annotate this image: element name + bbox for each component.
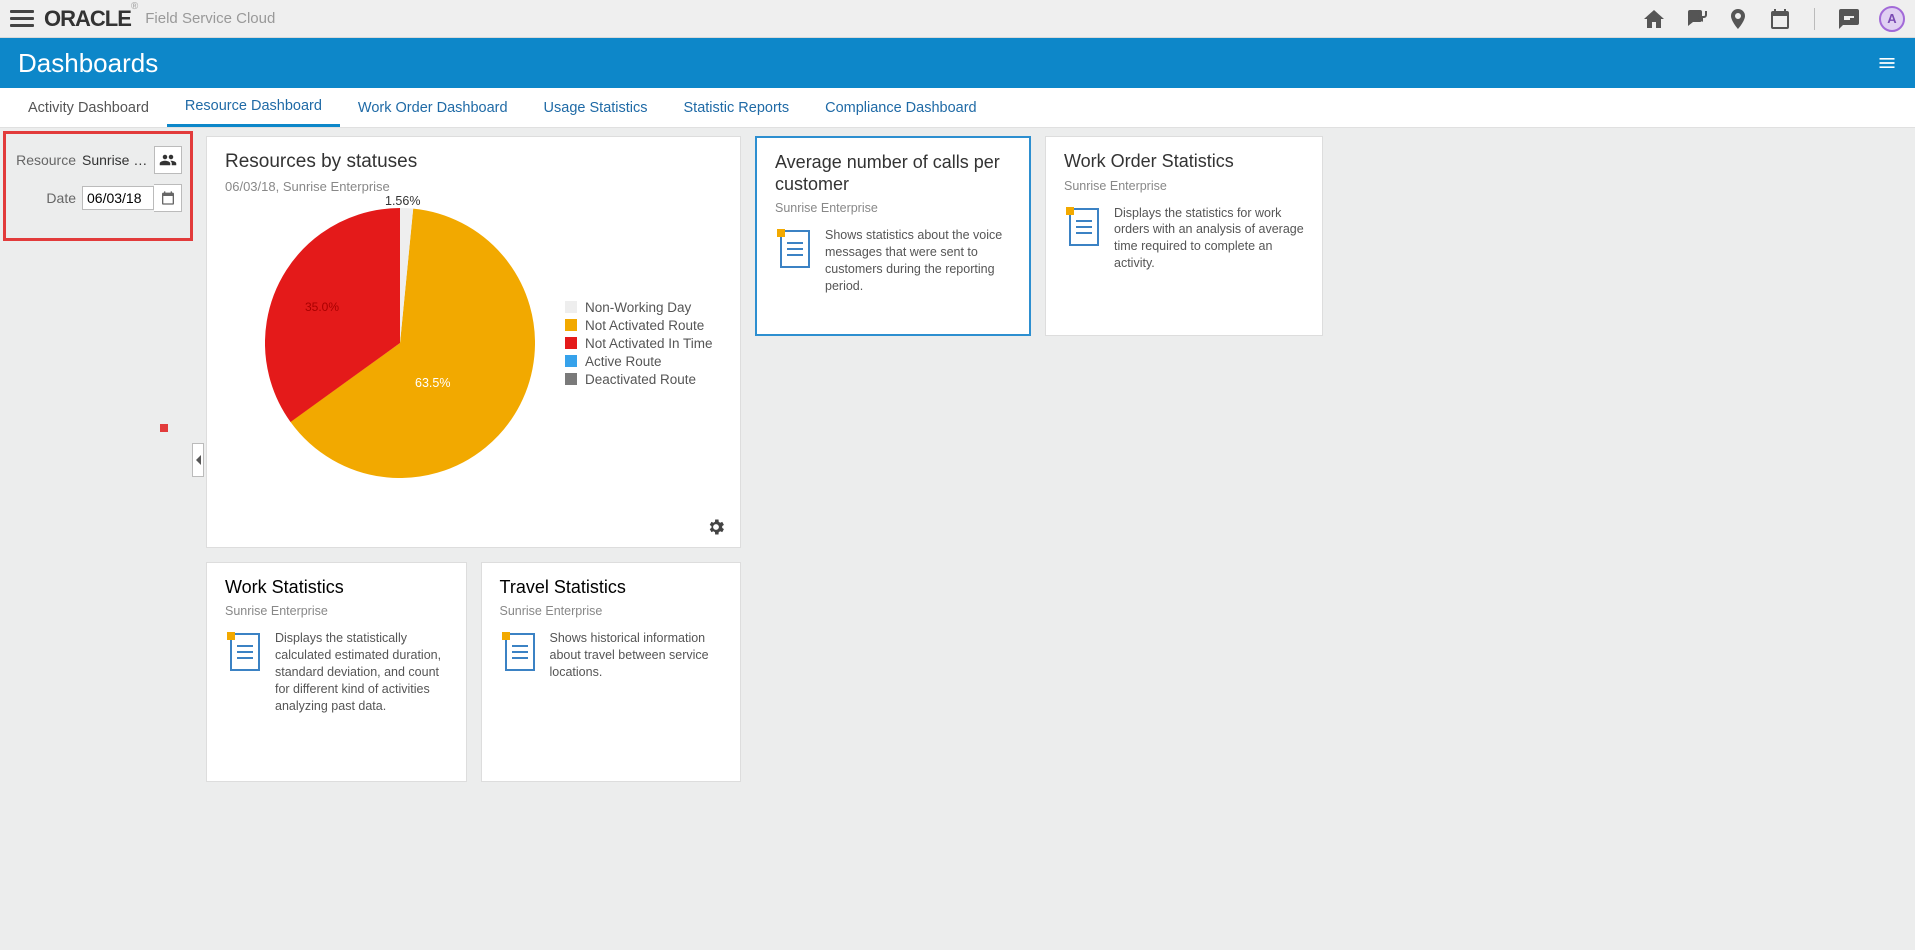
tab-activity-dashboard[interactable]: Activity Dashboard xyxy=(10,88,167,127)
work-order-title: Work Order Statistics xyxy=(1064,151,1304,173)
legend-notintime: Not Activated In Time xyxy=(565,336,713,351)
resources-by-statuses-card: Resources by statuses 06/03/18, Sunrise … xyxy=(206,136,741,548)
home-icon[interactable] xyxy=(1642,7,1666,31)
pie-container: 1.56% 63.5% 35.0% Non-Working Day Not Ac… xyxy=(225,208,722,478)
resources-card-title: Resources by statuses xyxy=(225,151,722,173)
workspace: Resource Sunrise E... Date Resources by … xyxy=(0,128,1915,950)
calendar-small-icon xyxy=(160,190,176,206)
pie-label-nonworking: 1.56% xyxy=(385,194,420,208)
pie-label-notactivated: 63.5% xyxy=(415,376,450,390)
avg-calls-title: Average number of calls per customer xyxy=(775,152,1011,195)
page-banner: Dashboards xyxy=(0,38,1915,88)
work-stats-title: Work Statistics xyxy=(225,577,448,598)
work-order-sub: Sunrise Enterprise xyxy=(1064,179,1304,193)
oracle-logo: ORACLE® xyxy=(44,6,137,32)
top-toolbar: ORACLE® Field Service Cloud A xyxy=(0,0,1915,38)
date-label: Date xyxy=(14,190,82,206)
tab-compliance-dashboard[interactable]: Compliance Dashboard xyxy=(807,88,995,127)
work-stats-sub: Sunrise Enterprise xyxy=(225,604,448,618)
travel-statistics-card[interactable]: Travel Statistics Sunrise Enterprise Sho… xyxy=(481,562,742,782)
tab-work-order-dashboard[interactable]: Work Order Dashboard xyxy=(340,88,526,127)
work-statistics-card[interactable]: Work Statistics Sunrise Enterprise Displ… xyxy=(206,562,467,782)
separator xyxy=(1814,8,1815,30)
document-icon xyxy=(1064,205,1104,249)
people-icon xyxy=(159,151,177,169)
tab-usage-statistics[interactable]: Usage Statistics xyxy=(526,88,666,127)
resources-card-subtitle: 06/03/18, Sunrise Enterprise xyxy=(225,179,722,194)
tab-resource-dashboard[interactable]: Resource Dashboard xyxy=(167,88,340,127)
avg-calls-desc: Shows statistics about the voice message… xyxy=(825,227,1011,295)
top-icons: A xyxy=(1642,6,1905,32)
work-order-stats-card[interactable]: Work Order Statistics Sunrise Enterprise… xyxy=(1045,136,1323,336)
avatar[interactable]: A xyxy=(1879,6,1905,32)
travel-stats-desc: Shows historical information about trave… xyxy=(550,630,723,681)
pie-label-notintime: 35.0% xyxy=(305,300,339,314)
travel-stats-title: Travel Statistics xyxy=(500,577,723,598)
filter-panel: Resource Sunrise E... Date xyxy=(3,131,193,241)
date-filter-row: Date xyxy=(14,184,182,212)
page-title: Dashboards xyxy=(18,48,158,79)
sidebar-collapse-handle[interactable] xyxy=(192,443,204,477)
date-input[interactable] xyxy=(82,186,154,210)
legend-notactivated: Not Activated Route xyxy=(565,318,713,333)
resource-filter-row: Resource Sunrise E... xyxy=(14,146,182,174)
document-icon xyxy=(500,630,540,674)
pie-legend: Non-Working Day Not Activated Route Not … xyxy=(565,297,713,390)
highlight-marker xyxy=(160,424,168,432)
location-icon[interactable] xyxy=(1726,7,1750,31)
stats-row: Work Statistics Sunrise Enterprise Displ… xyxy=(206,562,741,782)
product-name: Field Service Cloud xyxy=(145,10,275,27)
avg-calls-sub: Sunrise Enterprise xyxy=(775,201,1011,215)
legend-deactivated: Deactivated Route xyxy=(565,372,713,387)
resource-label: Resource xyxy=(14,152,82,168)
avg-calls-card[interactable]: Average number of calls per customer Sun… xyxy=(755,136,1031,336)
work-stats-body: Displays the statistically calculated es… xyxy=(225,630,448,714)
travel-stats-sub: Sunrise Enterprise xyxy=(500,604,723,618)
date-picker-button[interactable] xyxy=(154,184,182,212)
chat-icon[interactable] xyxy=(1684,7,1708,31)
work-stats-desc: Displays the statistically calculated es… xyxy=(275,630,448,714)
legend-active: Active Route xyxy=(565,354,713,369)
tab-bar: Activity Dashboard Resource Dashboard Wo… xyxy=(0,88,1915,128)
work-order-desc: Displays the statistics for work orders … xyxy=(1114,205,1304,273)
menu-icon[interactable] xyxy=(10,7,34,31)
resource-value: Sunrise E... xyxy=(82,152,154,168)
banner-menu-icon[interactable] xyxy=(1877,53,1897,73)
gear-icon[interactable] xyxy=(706,517,726,537)
legend-nonworking: Non-Working Day xyxy=(565,300,713,315)
travel-stats-body: Shows historical information about trave… xyxy=(500,630,723,681)
avatar-letter: A xyxy=(1887,11,1896,26)
calendar-icon[interactable] xyxy=(1768,7,1792,31)
avg-calls-body: Shows statistics about the voice message… xyxy=(775,227,1011,295)
message-icon[interactable] xyxy=(1837,7,1861,31)
tab-statistic-reports[interactable]: Statistic Reports xyxy=(666,88,808,127)
work-order-body: Displays the statistics for work orders … xyxy=(1064,205,1304,273)
document-icon xyxy=(775,227,815,271)
document-icon xyxy=(225,630,265,674)
pie-chart: 1.56% 63.5% 35.0% xyxy=(265,208,535,478)
content-grid: Resources by statuses 06/03/18, Sunrise … xyxy=(196,128,1915,950)
resource-picker-button[interactable] xyxy=(154,146,182,174)
